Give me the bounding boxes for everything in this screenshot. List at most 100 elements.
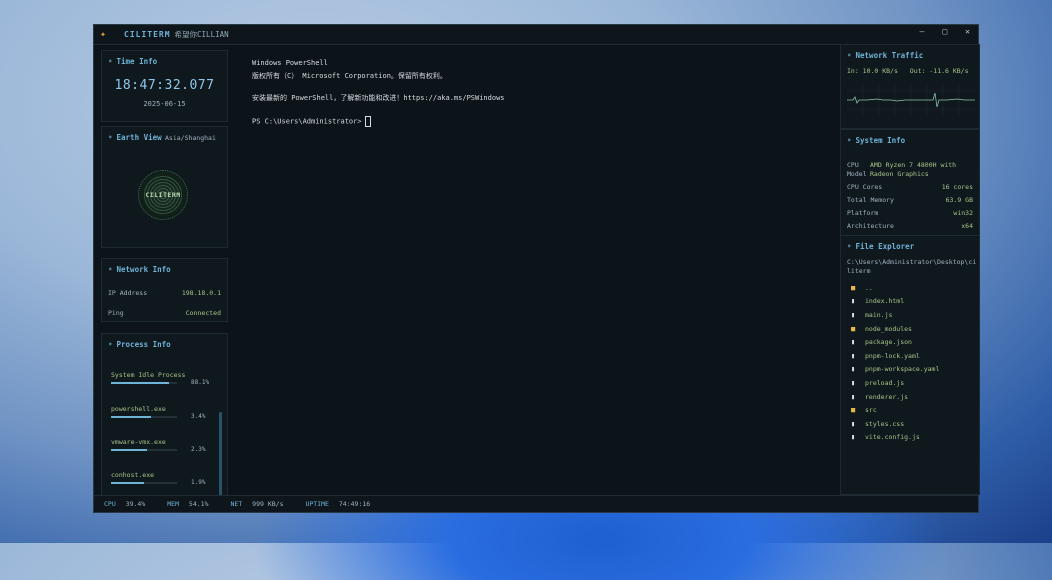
traffic-in: In: 10.0 KB/s (847, 67, 898, 75)
file-item[interactable]: ▮ preload.js (851, 376, 939, 390)
system-info-value: win32 (953, 209, 973, 217)
terminal[interactable]: Windows PowerShell 版权所有（C） Microsoft Cor… (236, 49, 833, 495)
file-item[interactable]: ▮ vite.config.js (851, 431, 939, 445)
ip-value: 198.18.0.1 (181, 289, 221, 297)
file-icon: ▮ (851, 365, 856, 374)
file-explorer-path: C:\Users\Administrator\Desktop\ciliterm (847, 258, 977, 275)
file-list: ■.. ▮ index.html ▮ main.js ■ node_modules ▮… (851, 281, 939, 444)
process-name: System Idle Process (111, 371, 186, 379)
terminal-cursor[interactable] (364, 116, 371, 127)
bullet-icon: • (108, 265, 113, 274)
file-icon: ▮ (851, 351, 856, 360)
network-traffic-title: • Network Traffic (847, 51, 924, 60)
terminal-prompt-line: PS C:\Users\Administrator> (252, 116, 371, 127)
system-info-row: CPU Cores 16 cores (847, 183, 973, 191)
date: 2025-06-15 (143, 100, 186, 108)
status-net: NET 999 KB/s (230, 500, 284, 508)
process-bar-fill (111, 482, 144, 484)
file-item[interactable]: ▮ pnpm-workspace.yaml (851, 363, 939, 377)
system-info-row: Architecture x64 (847, 222, 973, 230)
window-controls: — □ ✕ (920, 27, 970, 36)
system-info-label: Architecture (847, 222, 894, 230)
folder-item[interactable]: ■ src (851, 403, 939, 417)
cpu-model-row: CPU Model AMD Ryzen 7 4800H with Radeon … (847, 161, 956, 179)
file-item[interactable]: ▮ package.json (851, 335, 939, 349)
network-info-title: • Network Info (108, 265, 171, 274)
app-logo-icon: ✦ (100, 28, 107, 40)
ping-row: Ping Connected (108, 309, 221, 317)
folder-icon: ■ (851, 406, 856, 415)
file-icon: ▮ (851, 433, 856, 442)
folder-item[interactable]: ■ node_modules (851, 322, 939, 336)
system-info-panel: • System Info CPU Model AMD Ryzen 7 4800H… (840, 129, 980, 237)
file-explorer-title: • File Explorer (847, 242, 915, 251)
process-info-panel: • Process Info System Idle Process 88.1% … (101, 333, 228, 496)
file-item[interactable]: ▮ index.html (851, 295, 939, 309)
maximize-icon[interactable]: □ (942, 27, 947, 36)
bullet-icon: • (847, 136, 852, 145)
process-name: powershell.exe (111, 405, 166, 413)
process-pct: 88.1% (191, 379, 210, 386)
timezone-label: Asia/Shanghai (165, 134, 216, 142)
file-icon: ▮ (851, 338, 856, 347)
system-info-title: • System Info (847, 136, 906, 145)
file-icon: ▮ (851, 392, 856, 401)
terminal-prompt: PS C:\Users\Administrator> (252, 117, 362, 126)
bullet-icon: • (108, 133, 113, 142)
ip-row: IP Address 198.18.0.1 (108, 289, 221, 297)
bullet-icon: • (847, 242, 852, 251)
process-item[interactable]: vmware-vmx.exe 2.3% (111, 438, 211, 453)
ping-value: Connected (185, 309, 221, 317)
system-info-label: CPU Cores (847, 183, 883, 191)
process-bar-fill (111, 416, 151, 418)
network-info-panel: • Network Info IP Address 198.18.0.1 Ping… (101, 258, 228, 322)
folder-icon: ■ (851, 324, 856, 333)
system-info-value: 63.9 GB (945, 196, 973, 204)
time-info-panel: • Time Info 18:47:32.077 2025-06-15 (101, 50, 228, 122)
minimize-icon[interactable]: — (920, 27, 925, 36)
bullet-icon: • (108, 57, 113, 66)
terminal-line: Windows PowerShell (252, 59, 328, 67)
folder-item[interactable]: ■.. (851, 281, 939, 295)
status-bar: CPU 39.4% MEM 54.1% NET 999 KB/s UPTIME … (94, 495, 978, 512)
file-explorer-panel: • File Explorer C:\Users\Administrator\De… (840, 235, 980, 495)
process-bar (111, 382, 177, 384)
file-item[interactable]: ▮ main.js (851, 308, 939, 322)
process-name: conhost.exe (111, 471, 155, 479)
system-info-row: Platform win32 (847, 209, 973, 217)
clock: 18:47:32.077 (114, 78, 215, 93)
process-item[interactable]: System Idle Process 88.1% (111, 371, 211, 386)
process-item[interactable]: powershell.exe 3.4% (111, 405, 211, 420)
traffic-graph (847, 83, 975, 117)
globe-label: CILITERM (145, 191, 181, 199)
file-item[interactable]: ▮ styles.css (851, 417, 939, 431)
status-uptime: UPTIME 74:49:16 (305, 500, 371, 508)
file-icon: ▮ (851, 297, 856, 306)
ip-label: IP Address (108, 289, 148, 297)
title-bar[interactable]: ✦ CILITERM 希望你CILLIAN — □ ✕ (94, 25, 978, 45)
time-info-title: • Time Info (108, 57, 158, 66)
close-icon[interactable]: ✕ (965, 27, 970, 36)
process-scrollbar[interactable] (219, 412, 222, 495)
system-info-value: 16 cores (941, 183, 973, 191)
cpu-model-value: AMD Ryzen 7 4800H with Radeon Graphics (870, 161, 957, 178)
file-icon: ▮ (851, 378, 856, 387)
app-subtitle: 希望你CILLIAN (174, 30, 229, 39)
bullet-icon: • (847, 51, 852, 60)
process-bar-fill (111, 449, 148, 451)
file-item[interactable]: ▮ pnpm-lock.yaml (851, 349, 939, 363)
system-info-value: x64 (961, 222, 973, 230)
process-bar (111, 449, 177, 451)
folder-icon: ■ (851, 283, 856, 292)
process-item[interactable]: conhost.exe 1.9% (111, 471, 211, 486)
app-window: ✦ CILITERM 希望你CILLIAN — □ ✕ • Time Info 1… (93, 24, 980, 513)
cpu-model-label: CPU Model (847, 161, 867, 178)
status-mem: MEM 54.1% (167, 500, 209, 508)
bullet-icon: • (108, 340, 113, 349)
file-item[interactable]: ▮ renderer.js (851, 390, 939, 404)
globe-icon: CILITERM (138, 170, 188, 220)
file-icon: ▮ (851, 419, 856, 428)
terminal-line: 版权所有（C） Microsoft Corporation。保留所有权利。 (252, 72, 447, 80)
ping-label: Ping (108, 309, 124, 317)
earth-view-panel: • Earth View Asia/Shanghai CILITERM (101, 126, 228, 248)
